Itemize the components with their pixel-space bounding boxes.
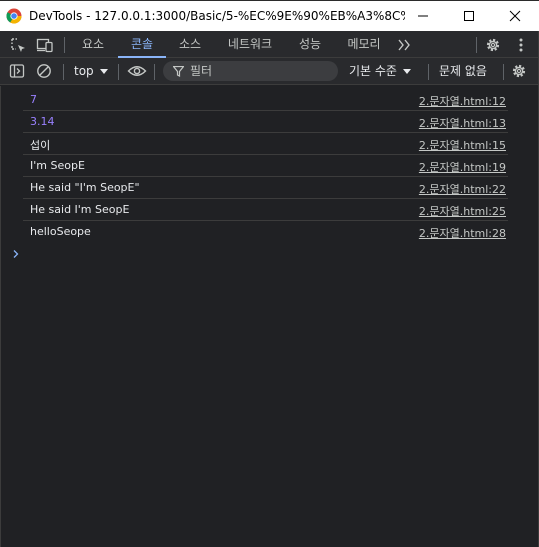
message-text: I'm SeopE — [30, 159, 85, 172]
source-link[interactable]: 2.문자열.html:12 — [419, 93, 506, 109]
clear-icon — [37, 64, 51, 78]
more-vert-icon — [519, 38, 523, 52]
settings-button[interactable] — [484, 36, 502, 54]
message-text: helloSeope — [30, 225, 91, 238]
console-message: 3.14 2.문자열.html:13 — [23, 111, 508, 133]
context-label: top — [74, 64, 94, 78]
tab-console[interactable]: 콘솔 — [118, 31, 166, 58]
close-button[interactable] — [492, 1, 538, 31]
source-link[interactable]: 2.문자열.html:28 — [419, 225, 506, 241]
console-output: 7 2.문자열.html:12 3.14 2.문자열.html:13 섭이 2.… — [0, 86, 539, 547]
console-message: helloSeope 2.문자열.html:28 — [23, 221, 508, 243]
issues-counter[interactable]: 문제 없음 — [439, 62, 487, 80]
window-title: DevTools - 127.0.0.1:3000/Basic/5-%EC%9E… — [29, 9, 405, 23]
console-settings-button[interactable] — [510, 62, 528, 80]
maximize-icon — [464, 11, 474, 21]
more-tabs-button[interactable] — [395, 36, 413, 54]
tab-separator — [64, 37, 65, 53]
chevron-right-icon[interactable] — [11, 248, 21, 260]
clear-console-button[interactable] — [35, 62, 53, 80]
console-message: He said "I'm SeopE" 2.문자열.html:22 — [23, 177, 508, 199]
panel-border — [0, 86, 1, 547]
toolbar-separator — [428, 64, 429, 80]
console-message: 섭이 2.문자열.html:15 — [23, 133, 508, 155]
filter-input[interactable] — [190, 64, 330, 78]
double-chevron-right-icon — [398, 39, 410, 51]
log-levels-label: 기본 수준 — [349, 64, 397, 78]
device-toggle-icon — [36, 38, 53, 53]
source-link[interactable]: 2.문자열.html:19 — [419, 159, 506, 175]
customize-menu-button[interactable] — [512, 36, 530, 54]
console-message: I'm SeopE 2.문자열.html:19 — [23, 155, 508, 177]
tab-memory[interactable]: 메모리 — [336, 31, 392, 57]
inspect-element-button[interactable] — [9, 36, 27, 54]
toolbar-separator — [63, 64, 64, 80]
minimize-button[interactable] — [400, 1, 446, 31]
inspect-icon — [11, 38, 25, 52]
chrome-icon — [6, 8, 22, 24]
console-message: 7 2.문자열.html:12 — [23, 89, 508, 111]
show-sidebar-button[interactable] — [8, 62, 26, 80]
toolbar-separator — [118, 64, 119, 80]
message-text: 섭이 — [30, 139, 51, 152]
source-link[interactable]: 2.문자열.html:22 — [419, 181, 506, 197]
console-message: He said I'm SeopE 2.문자열.html:25 — [23, 199, 508, 221]
tab-separator — [476, 37, 477, 53]
device-toolbar-button[interactable] — [36, 36, 54, 54]
message-text: 3.14 — [30, 115, 55, 128]
dropdown-arrow-icon — [99, 68, 108, 74]
console-toolbar: top 기본 수준 문제 없음 — [0, 58, 539, 85]
minimize-icon — [418, 15, 428, 17]
filter-icon — [173, 65, 184, 77]
maximize-button[interactable] — [446, 1, 492, 31]
eye-icon — [127, 66, 147, 76]
tab-sources[interactable]: 소스 — [166, 31, 214, 57]
close-icon — [509, 10, 521, 22]
source-link[interactable]: 2.문자열.html:25 — [419, 203, 506, 219]
source-link[interactable]: 2.문자열.html:13 — [419, 115, 506, 131]
toolbar-separator — [503, 64, 504, 80]
tab-performance[interactable]: 성능 — [286, 31, 334, 57]
live-expression-button[interactable] — [127, 62, 147, 80]
tab-elements[interactable]: 요소 — [70, 31, 116, 57]
dropdown-arrow-icon — [402, 68, 411, 74]
context-selector[interactable]: top — [74, 62, 108, 80]
gear-icon — [512, 64, 526, 78]
window-title-bar: DevTools - 127.0.0.1:3000/Basic/5-%EC%9E… — [0, 0, 539, 31]
sidebar-toggle-icon — [9, 64, 25, 78]
source-link[interactable]: 2.문자열.html:15 — [419, 137, 506, 153]
message-text: He said I'm SeopE — [30, 203, 130, 216]
message-text: He said "I'm SeopE" — [30, 181, 140, 194]
filter-box[interactable] — [163, 61, 338, 81]
message-text: 7 — [30, 93, 37, 106]
panel-tab-bar: 요소 콘솔 소스 네트워크 성능 메모리 — [0, 31, 539, 58]
log-levels-dropdown[interactable]: 기본 수준 — [349, 62, 411, 80]
gear-icon — [486, 38, 500, 52]
toolbar-separator — [154, 64, 155, 80]
tab-network[interactable]: 네트워크 — [216, 31, 284, 57]
